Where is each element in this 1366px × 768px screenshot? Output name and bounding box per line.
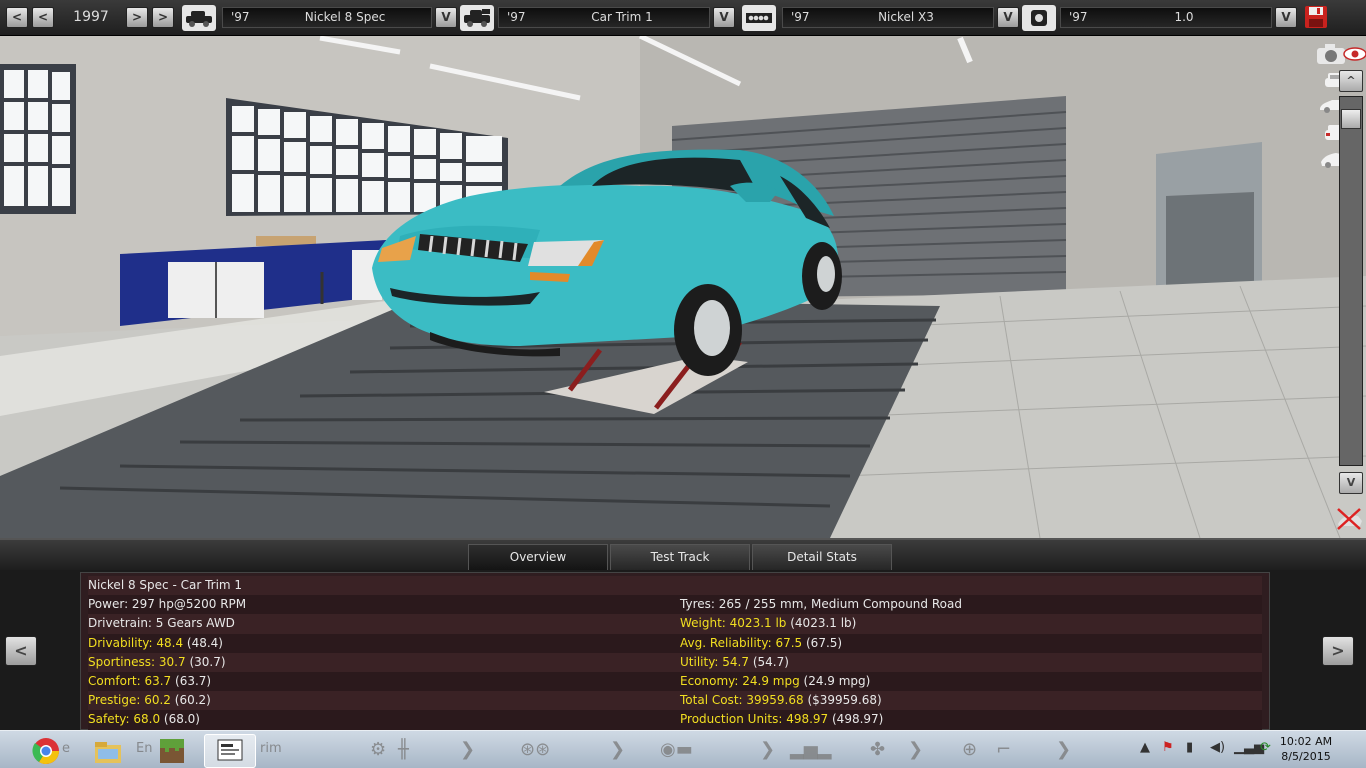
prev-page-button[interactable]: < — [5, 636, 37, 666]
flag-icon[interactable]: ⚑ — [1162, 740, 1174, 755]
year-prev-button[interactable]: < — [6, 7, 28, 28]
trim-dropdown-button[interactable]: V — [713, 7, 735, 28]
year-prev-fast-button[interactable]: < — [32, 7, 54, 28]
seat-icon: ⌐ — [996, 739, 1012, 760]
engine-variant-icon[interactable] — [1022, 5, 1056, 31]
tyre-icon: ◉▬ — [660, 739, 693, 760]
stats-row: Prestige: 60.2 (60.2) Total Cost: 39959.… — [88, 691, 1262, 711]
next-page-button[interactable]: > — [1322, 636, 1354, 666]
stats-row: Power: 297 hp@5200 RPM Tyres: 265 / 255 … — [88, 595, 1262, 615]
engine-selector[interactable]: '97 Nickel X3 — [782, 7, 994, 28]
stat-safety: Safety: 68.0 (68.0) — [88, 712, 200, 727]
chevron-right-icon: ❯ — [760, 739, 776, 760]
tab-overview[interactable]: Overview — [468, 544, 608, 570]
tab-bar: Overview Test Track Detail Stats — [0, 540, 1366, 570]
tab-detail-stats[interactable]: Detail Stats — [752, 544, 892, 570]
garage-3d-view[interactable] — [0, 36, 1366, 538]
minecraft-icon[interactable] — [146, 734, 198, 768]
gearbox-icon: ╫ — [398, 739, 409, 760]
view-scrollbar-thumb[interactable] — [1341, 109, 1361, 129]
stat-production-units: Production Units: 498.97 (498.97) — [680, 712, 884, 727]
scroll-down-button[interactable]: V — [1339, 472, 1363, 494]
chevron-right-icon: ❯ — [460, 739, 476, 760]
stat-drivetrain: Drivetrain: 5 Gears AWD — [88, 616, 235, 631]
app-window: < < 1997 > > '97 Nickel 8 Spec V '97 Car… — [0, 0, 1366, 768]
engine-dropdown-button[interactable]: V — [997, 7, 1019, 28]
stat-prestige: Prestige: 60.2 (60.2) — [88, 693, 211, 708]
year-next-button[interactable]: > — [126, 7, 148, 28]
stat-utility: Utility: 54.7 (54.7) — [680, 654, 789, 669]
stats-row: Drivetrain: 5 Gears AWD Weight: 4023.1 l… — [88, 614, 1262, 634]
year-display: 1997 — [73, 9, 109, 25]
taskbar-ghost-text-3: rim — [260, 741, 282, 756]
car-trim-icon[interactable] — [460, 5, 494, 31]
variant-dropdown-button[interactable]: V — [1275, 7, 1297, 28]
year-next-fast-button[interactable]: > — [152, 7, 174, 28]
wheel-icon: ⚙ — [370, 739, 387, 760]
clock-date: 8/5/2015 — [1281, 750, 1331, 763]
car-title: Nickel 8 Spec - Car Trim 1 — [88, 578, 243, 592]
engine-name: Nickel X3 — [878, 10, 934, 24]
windows-taskbar: e En rim ⚙ ╫ ❯ ⊛⊛ ❯ ◉▬ ❯ ▂▅▂ ✤ ❯ ⊕ ⌐ ❯ ▲… — [0, 730, 1366, 768]
eye-icon[interactable] — [1342, 42, 1366, 66]
stats-row: Drivability: 48.4 (48.4) Avg. Reliabilit… — [88, 633, 1262, 653]
variant-name: 1.0 — [1174, 10, 1194, 24]
stat-comfort: Comfort: 63.7 (63.7) — [88, 673, 212, 688]
trim-year: '97 — [507, 10, 526, 24]
view-scrollbar[interactable] — [1339, 96, 1363, 466]
stat-power: Power: 297 hp@5200 RPM — [88, 597, 247, 612]
stat-drivability: Drivability: 48.4 (48.4) — [88, 635, 223, 650]
stats-row: Sportiness: 30.7 (30.7) Utility: 54.7 (5… — [88, 652, 1262, 672]
tab-test-track[interactable]: Test Track — [610, 544, 750, 570]
view-controls: ^ V — [1310, 36, 1366, 538]
car-body-icon: ▂▅▂ — [790, 739, 832, 760]
volume-icon[interactable]: ◀) — [1210, 740, 1225, 755]
model-dropdown-button[interactable]: V — [435, 7, 457, 28]
model-selector[interactable]: '97 Nickel 8 Spec — [222, 7, 432, 28]
variant-selector[interactable]: '97 1.0 — [1060, 7, 1272, 28]
trim-selector[interactable]: '97 Car Trim 1 — [498, 7, 710, 28]
stat-sportiness: Sportiness: 30.7 (30.7) — [88, 654, 226, 669]
model-year: '97 — [231, 10, 250, 24]
model-name: Nickel 8 Spec — [304, 10, 386, 24]
chevron-right-icon: ❯ — [908, 739, 924, 760]
car-side-icon[interactable] — [182, 5, 216, 31]
trim-name: Car Trim 1 — [591, 10, 653, 24]
crossed-out-icon[interactable] — [1332, 506, 1366, 530]
stat-total-cost: Total Cost: 39959.68 ($39959.68) — [680, 693, 882, 708]
stat-reliability: Avg. Reliability: 67.5 (67.5) — [680, 635, 843, 650]
fan-icon: ✤ — [870, 739, 886, 760]
stats-row: Nickel 8 Spec - Car Trim 1 — [88, 576, 1262, 596]
taskbar-ghost-text: e — [62, 741, 70, 756]
variant-year: '97 — [1069, 10, 1088, 24]
battery-icon[interactable]: ▮ — [1186, 740, 1193, 755]
file-explorer-icon[interactable] — [82, 734, 134, 768]
stat-weight: Weight: 4023.1 lb (4023.1 lb) — [680, 616, 857, 631]
system-clock[interactable]: 10:02 AM 8/5/2015 — [1266, 734, 1346, 764]
stat-economy: Economy: 24.9 mpg (24.9 mpg) — [680, 673, 871, 688]
brake-icon: ⊛⊛ — [520, 739, 551, 760]
show-hidden-icon[interactable]: ▲ — [1140, 740, 1150, 755]
stat-tyres: Tyres: 265 / 255 mm, Medium Compound Roa… — [680, 597, 962, 612]
automation-game-icon[interactable] — [204, 734, 256, 768]
info-panel: Overview Test Track Detail Stats < > Nic… — [0, 538, 1366, 730]
clock-time: 10:02 AM — [1279, 735, 1333, 748]
engine-year: '97 — [791, 10, 810, 24]
stats-row: Safety: 68.0 (68.0) Production Units: 49… — [88, 710, 1262, 730]
chevron-right-icon: ❯ — [610, 739, 626, 760]
engine-icon[interactable] — [742, 5, 776, 31]
scroll-up-button[interactable]: ^ — [1339, 70, 1363, 92]
car-stats-table: Nickel 8 Spec - Car Trim 1 Power: 297 hp… — [80, 572, 1270, 730]
steering-wheel-icon: ⊕ — [962, 739, 978, 760]
chevron-right-icon: ❯ — [1056, 739, 1072, 760]
floppy-disk-icon[interactable] — [1304, 5, 1328, 29]
top-toolbar: < < 1997 > > '97 Nickel 8 Spec V '97 Car… — [0, 0, 1366, 36]
stats-row: Comfort: 63.7 (63.7) Economy: 24.9 mpg (… — [88, 671, 1262, 692]
